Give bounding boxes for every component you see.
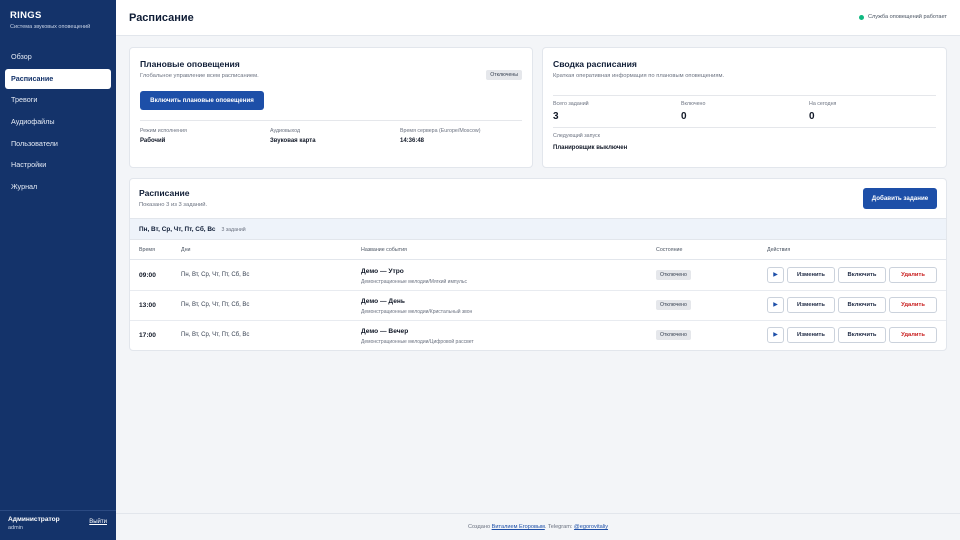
audio-output-value: Звуковая карта bbox=[270, 138, 316, 144]
col-time: Время bbox=[139, 247, 155, 253]
row-event-name: Демо — Утро bbox=[361, 268, 404, 275]
col-actions: Действия bbox=[767, 247, 791, 253]
table-row: 09:00 Пн, Вт, Ср, Чт, Пт, Сб, Вс Демо — … bbox=[130, 261, 946, 291]
play-icon[interactable]: ▶ bbox=[767, 297, 784, 313]
row-event-desc: Демонстрационные мелодии/Кристальный зво… bbox=[361, 309, 473, 315]
footer-prefix: Создано bbox=[467, 524, 491, 530]
sidebar: RINGS Система звуковых оповещений Обзор … bbox=[0, 0, 116, 540]
row-time: 17:00 bbox=[139, 332, 156, 339]
footer-author-link[interactable]: Виталием Егоровым bbox=[492, 524, 545, 530]
user-panel: Администратор admin Выйти bbox=[0, 510, 116, 540]
row-time: 13:00 bbox=[139, 302, 156, 309]
planned-alerts-subtitle: Глобальное управление всем расписанием. bbox=[140, 73, 259, 79]
group-days: Пн, Вт, Ср, Чт, Пт, Сб, Вс bbox=[139, 226, 216, 233]
divider bbox=[140, 120, 522, 121]
delete-button[interactable]: Удалить bbox=[889, 267, 937, 283]
row-days: Пн, Вт, Ср, Чт, Пт, Сб, Вс bbox=[181, 302, 250, 308]
summary-title: Сводка расписания bbox=[553, 59, 637, 69]
next-run-label: Следующий запуск bbox=[553, 133, 601, 139]
col-state: Состояние bbox=[656, 247, 683, 253]
enabled-jobs-label: Включено bbox=[681, 101, 706, 107]
play-icon[interactable]: ▶ bbox=[767, 267, 784, 283]
planned-alerts-card: Плановые оповещения Глобальное управлени… bbox=[129, 47, 533, 168]
day-group-header: Пн, Вт, Ср, Чт, Пт, Сб, Вс 3 заданий bbox=[130, 219, 946, 240]
total-jobs-label: Всего заданий bbox=[553, 101, 589, 107]
sidebar-item-schedule[interactable]: Расписание bbox=[5, 68, 111, 89]
mode-label: Режим исполнения bbox=[140, 128, 187, 134]
schedule-table-header: Расписание Показано 3 из 3 заданий. Доба… bbox=[130, 179, 946, 219]
divider bbox=[553, 127, 936, 128]
sidebar-item-audio-files[interactable]: Аудиофайлы bbox=[5, 112, 111, 132]
row-state-badge: Отключено bbox=[656, 300, 691, 310]
sidebar-item-overview[interactable]: Обзор bbox=[5, 47, 111, 67]
sidebar-nav: Обзор Расписание Тревоги Аудиофайлы Поль… bbox=[5, 47, 111, 199]
edit-button[interactable]: Изменить bbox=[787, 327, 835, 343]
audio-output-label: Аудиовыход bbox=[270, 128, 301, 134]
enable-button[interactable]: Включить bbox=[838, 297, 886, 313]
row-event-name: Демо — Вечер bbox=[361, 328, 409, 335]
mode-value: Рабочий bbox=[140, 138, 166, 144]
brand-subtitle: Система звуковых оповещений bbox=[10, 24, 91, 30]
edit-button[interactable]: Изменить bbox=[787, 267, 835, 283]
row-days: Пн, Вт, Ср, Чт, Пт, Сб, Вс bbox=[181, 332, 250, 338]
enable-button[interactable]: Включить bbox=[838, 267, 886, 283]
row-event-desc: Демонстрационные мелодии/Мягкий импульс bbox=[361, 279, 468, 285]
service-status-text: Служба оповещений работает bbox=[867, 14, 947, 20]
add-job-button[interactable]: Добавить задание bbox=[863, 188, 937, 209]
page-title: Расписание bbox=[129, 12, 194, 24]
table-row: 17:00 Пн, Вт, Ср, Чт, Пт, Сб, Вс Демо — … bbox=[130, 321, 946, 350]
schedule-title: Расписание bbox=[139, 188, 190, 198]
sidebar-item-settings[interactable]: Настройки bbox=[5, 155, 111, 175]
total-jobs-value: 3 bbox=[553, 111, 559, 122]
sidebar-item-log[interactable]: Журнал bbox=[5, 177, 111, 197]
table-column-headers: Время Дни Название события Состояние Дей… bbox=[130, 240, 946, 260]
col-event: Название события bbox=[361, 247, 407, 253]
planned-status-badge: Отключены bbox=[486, 70, 522, 80]
row-event-desc: Демонстрационные мелодии/Цифровой рассве… bbox=[361, 339, 474, 345]
user-role: admin bbox=[8, 525, 23, 531]
schedule-summary-card: Сводка расписания Краткая оперативная ин… bbox=[542, 47, 947, 168]
summary-subtitle: Краткая оперативная информация по планов… bbox=[553, 73, 725, 79]
today-jobs-label: На сегодня bbox=[809, 101, 837, 107]
group-count: 3 заданий bbox=[221, 227, 246, 233]
play-icon[interactable]: ▶ bbox=[767, 327, 784, 343]
enable-button[interactable]: Включить bbox=[838, 327, 886, 343]
sidebar-item-users[interactable]: Пользователи bbox=[5, 134, 111, 154]
logout-link[interactable]: Выйти bbox=[89, 519, 107, 525]
row-event-name: Демо — День bbox=[361, 298, 405, 305]
row-time: 09:00 bbox=[139, 272, 156, 279]
row-days: Пн, Вт, Ср, Чт, Пт, Сб, Вс bbox=[181, 272, 250, 278]
edit-button[interactable]: Изменить bbox=[787, 297, 835, 313]
sidebar-item-alarms[interactable]: Тревоги bbox=[5, 90, 111, 110]
delete-button[interactable]: Удалить bbox=[889, 297, 937, 313]
divider bbox=[553, 95, 936, 96]
enabled-jobs-value: 0 bbox=[681, 111, 687, 122]
footer-telegram-link[interactable]: @egorovitaliy bbox=[574, 524, 608, 530]
delete-button[interactable]: Удалить bbox=[889, 327, 937, 343]
planned-alerts-title: Плановые оповещения bbox=[140, 59, 240, 69]
brand-title: RINGS bbox=[10, 10, 42, 21]
schedule-table-card: Расписание Показано 3 из 3 заданий. Доба… bbox=[129, 178, 947, 351]
col-days: Дни bbox=[181, 247, 191, 253]
status-dot-icon bbox=[858, 14, 864, 20]
server-time-value: 14:36:48 bbox=[400, 138, 425, 144]
row-state-badge: Отключено bbox=[656, 330, 691, 340]
server-time-label: Время сервера (Europe/Moscow) bbox=[400, 128, 481, 134]
today-jobs-value: 0 bbox=[809, 111, 815, 122]
page-footer: Создано Виталием Егоровым. Telegram: @eg… bbox=[116, 513, 960, 540]
brand: RINGS Система звуковых оповещений bbox=[0, 0, 116, 42]
row-state-badge: Отключено bbox=[656, 270, 691, 280]
enable-planned-alerts-button[interactable]: Включить плановые оповещения bbox=[140, 91, 264, 110]
next-run-value: Планировщик выключен bbox=[553, 145, 628, 151]
schedule-subtitle: Показано 3 из 3 заданий. bbox=[139, 202, 208, 208]
service-status: Служба оповещений работает bbox=[858, 14, 947, 20]
table-row: 13:00 Пн, Вт, Ср, Чт, Пт, Сб, Вс Демо — … bbox=[130, 291, 946, 321]
footer-middle: . Telegram: bbox=[544, 524, 573, 530]
page-header: Расписание Служба оповещений работает bbox=[116, 0, 960, 36]
